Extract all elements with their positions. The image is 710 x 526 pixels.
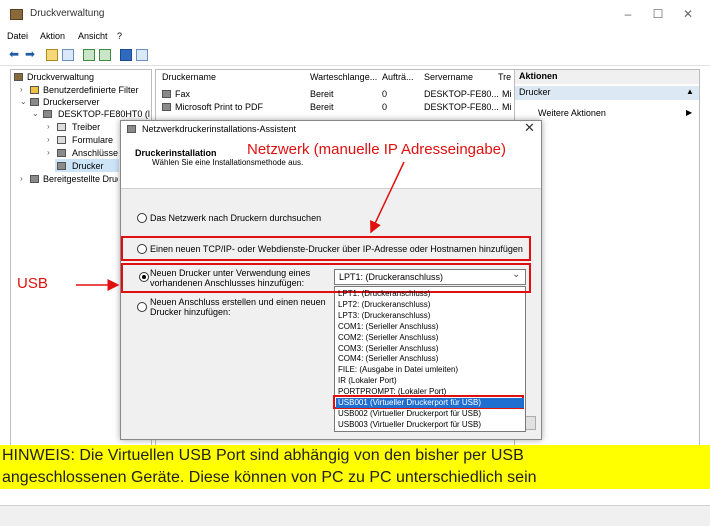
status-bar	[0, 505, 710, 526]
dropdown-option[interactable]: COM3: (Serieller Anschluss)	[336, 344, 524, 354]
dropdown-option[interactable]: COM2: (Serieller Anschluss)	[336, 333, 524, 343]
dropdown-option[interactable]: USB002 (Virtueller Druckerport für USB)	[336, 409, 524, 419]
dropdown-option[interactable]: LPT2: (Druckeranschluss)	[336, 300, 524, 310]
dropdown-option[interactable]: LPT1: (Druckeranschluss)	[336, 289, 524, 299]
note-line-1: HINWEIS: Die Virtuellen USB Port sind ab…	[0, 445, 710, 467]
dropdown-option[interactable]: COM1: (Serieller Anschluss)	[336, 322, 524, 332]
dropdown-option[interactable]: FILE: (Ausgabe in Datei umleiten)	[336, 365, 524, 375]
arrow-network	[370, 161, 405, 234]
dropdown-option[interactable]: IR (Lokaler Port)	[336, 376, 524, 386]
dropdown-option[interactable]: USB003 (Virtueller Druckerport für USB)	[336, 420, 524, 430]
dropdown-option[interactable]: COM4: (Serieller Anschluss)	[336, 354, 524, 364]
dropdown-option[interactable]: USB001 (Virtueller Druckerport für USB)	[336, 398, 524, 408]
note-line-2: angeschlossenen Geräte. Diese können von…	[0, 467, 710, 489]
dropdown-option[interactable]: PORTPROMPT: (Lokaler Port)	[336, 387, 524, 397]
dropdown-option[interactable]: LPT3: (Druckeranschluss)	[336, 311, 524, 321]
